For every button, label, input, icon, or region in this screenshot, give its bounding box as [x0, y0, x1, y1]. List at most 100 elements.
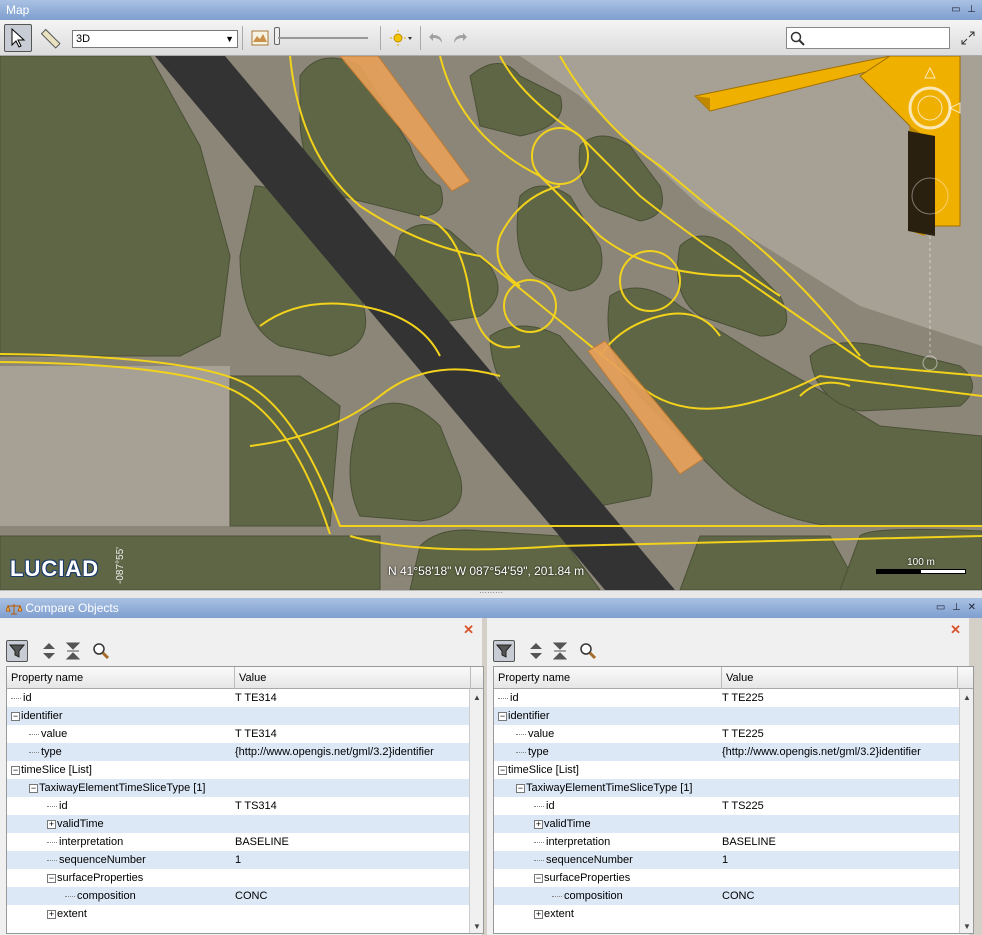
table-row[interactable]: composition CONC	[494, 887, 973, 905]
table-row[interactable]: − TaxiwayElementTimeSliceType [1]	[7, 779, 483, 797]
ruler-tool-button[interactable]	[36, 24, 64, 52]
property-name: timeSlice [List]	[508, 764, 579, 776]
property-name: sequenceNumber	[59, 854, 146, 866]
property-table[interactable]: Property name Value id T TE225− identifier…	[493, 666, 974, 934]
expand-icon[interactable]: +	[534, 909, 543, 919]
filter-icon	[496, 644, 512, 658]
filter-button[interactable]	[6, 640, 28, 662]
table-row[interactable]: + extent	[7, 905, 483, 923]
collapse-icon[interactable]: −	[11, 765, 20, 775]
table-row[interactable]: value T TE225	[494, 725, 973, 743]
column-header-property[interactable]: Property name	[494, 667, 722, 689]
property-name-cell: sequenceNumber	[7, 851, 235, 869]
expand-icon[interactable]: +	[534, 819, 543, 829]
table-row[interactable]: value T TE314	[7, 725, 483, 743]
table-row[interactable]: sequenceNumber 1	[494, 851, 973, 869]
elevation-slider-track[interactable]	[278, 37, 368, 39]
view-mode-value: 3D	[76, 33, 91, 45]
table-row[interactable]: id T TE314	[7, 689, 483, 707]
coordinate-readout: N 41°58'18" W 087°54'59", 201.84 m	[388, 564, 585, 578]
property-name-cell: type	[7, 743, 235, 761]
table-row[interactable]: id T TE225	[494, 689, 973, 707]
property-name-cell: + validTime	[494, 815, 722, 833]
view-mode-select[interactable]: 3D ▼	[72, 30, 238, 48]
table-row[interactable]: − timeSlice [List]	[7, 761, 483, 779]
map-view[interactable]	[0, 56, 982, 590]
table-header: Property name Value	[7, 667, 483, 689]
split-pane-divider[interactable]: ·········	[0, 589, 982, 598]
collapse-icon[interactable]: −	[29, 783, 38, 793]
window-controls[interactable]: ▭ ⊥	[951, 0, 978, 20]
collapse-all-button[interactable]	[62, 640, 84, 662]
column-header-value[interactable]: Value	[235, 667, 471, 689]
table-row[interactable]: − TaxiwayElementTimeSliceType [1]	[494, 779, 973, 797]
map-canvas[interactable]	[0, 56, 982, 590]
column-header-value[interactable]: Value	[722, 667, 958, 689]
table-row[interactable]: − identifier	[7, 707, 483, 725]
table-row[interactable]: − surfaceProperties	[494, 869, 973, 887]
scale-bar-graphic	[876, 569, 966, 574]
collapse-icon[interactable]: −	[498, 711, 507, 721]
scroll-down-icon[interactable]: ▼	[473, 922, 481, 931]
close-icon[interactable]: ✕	[950, 622, 961, 638]
property-table[interactable]: Property name Value id T TE314− identifier…	[6, 666, 484, 934]
cursor-arrow-icon	[11, 28, 26, 48]
expand-all-button[interactable]	[525, 640, 547, 662]
select-tool-button[interactable]	[4, 24, 32, 52]
collapse-icon[interactable]: −	[534, 873, 543, 883]
search-input[interactable]	[786, 27, 950, 49]
collapse-icon[interactable]: −	[11, 711, 20, 721]
luciad-logo: LUCIAD	[10, 556, 100, 581]
table-row[interactable]: composition CONC	[7, 887, 483, 905]
find-object-button[interactable]	[90, 640, 112, 662]
table-row[interactable]: id T TS314	[7, 797, 483, 815]
scroll-up-icon[interactable]: ▲	[963, 693, 971, 702]
collapse-icon[interactable]: −	[498, 765, 507, 775]
filter-button[interactable]	[493, 640, 515, 662]
property-name: surfaceProperties	[544, 872, 631, 884]
tree-connector	[11, 697, 21, 699]
expand-icon[interactable]: +	[47, 909, 56, 919]
table-row[interactable]: interpretation BASELINE	[494, 833, 973, 851]
column-header-property[interactable]: Property name	[7, 667, 235, 689]
property-name: extent	[57, 908, 87, 920]
property-name: id	[510, 692, 519, 704]
table-row[interactable]: sequenceNumber 1	[7, 851, 483, 869]
table-row[interactable]: + extent	[494, 905, 973, 923]
table-row[interactable]: − surfaceProperties	[7, 869, 483, 887]
compare-panel-right: ✕ Property name Value id T TE225− identifi…	[487, 618, 974, 935]
scrollbar[interactable]: ▲ ▼	[469, 689, 483, 933]
find-object-button[interactable]	[577, 640, 599, 662]
property-value: 1	[722, 854, 729, 866]
property-value: T TE225	[722, 692, 764, 704]
lighting-dropdown-button[interactable]	[386, 24, 416, 52]
tree-connector	[29, 751, 39, 753]
table-row[interactable]: − timeSlice [List]	[494, 761, 973, 779]
expand-icon[interactable]: +	[47, 819, 56, 829]
collapse-icon[interactable]: −	[47, 873, 56, 883]
window-controls[interactable]: ▭ ⊥ ✕	[936, 598, 978, 618]
expand-all-button[interactable]	[38, 640, 60, 662]
tree-connector	[516, 733, 526, 735]
table-row[interactable]: + validTime	[494, 815, 973, 833]
table-row[interactable]: type {http://www.opengis.net/gml/3.2}iden…	[7, 743, 483, 761]
elevation-tool-button[interactable]	[246, 24, 274, 52]
property-name-cell: − surfaceProperties	[7, 869, 235, 887]
table-row[interactable]: interpretation BASELINE	[7, 833, 483, 851]
table-row[interactable]: + validTime	[7, 815, 483, 833]
table-row[interactable]: id T TS225	[494, 797, 973, 815]
collapse-all-button[interactable]	[549, 640, 571, 662]
property-name: identifier	[508, 710, 550, 722]
elevation-slider-thumb[interactable]	[274, 27, 280, 45]
scroll-up-icon[interactable]: ▲	[473, 693, 481, 702]
property-name: value	[528, 728, 555, 740]
collapse-icon[interactable]: −	[516, 783, 525, 793]
property-value: T TS225	[722, 800, 764, 812]
table-row[interactable]: type {http://www.opengis.net/gml/3.2}iden…	[494, 743, 973, 761]
close-icon[interactable]: ✕	[463, 622, 474, 638]
maximize-button[interactable]	[954, 24, 982, 52]
table-row[interactable]: − identifier	[494, 707, 973, 725]
scrollbar[interactable]: ▲ ▼	[959, 689, 973, 933]
scroll-down-icon[interactable]: ▼	[963, 922, 971, 931]
redo-button[interactable]	[446, 24, 474, 52]
